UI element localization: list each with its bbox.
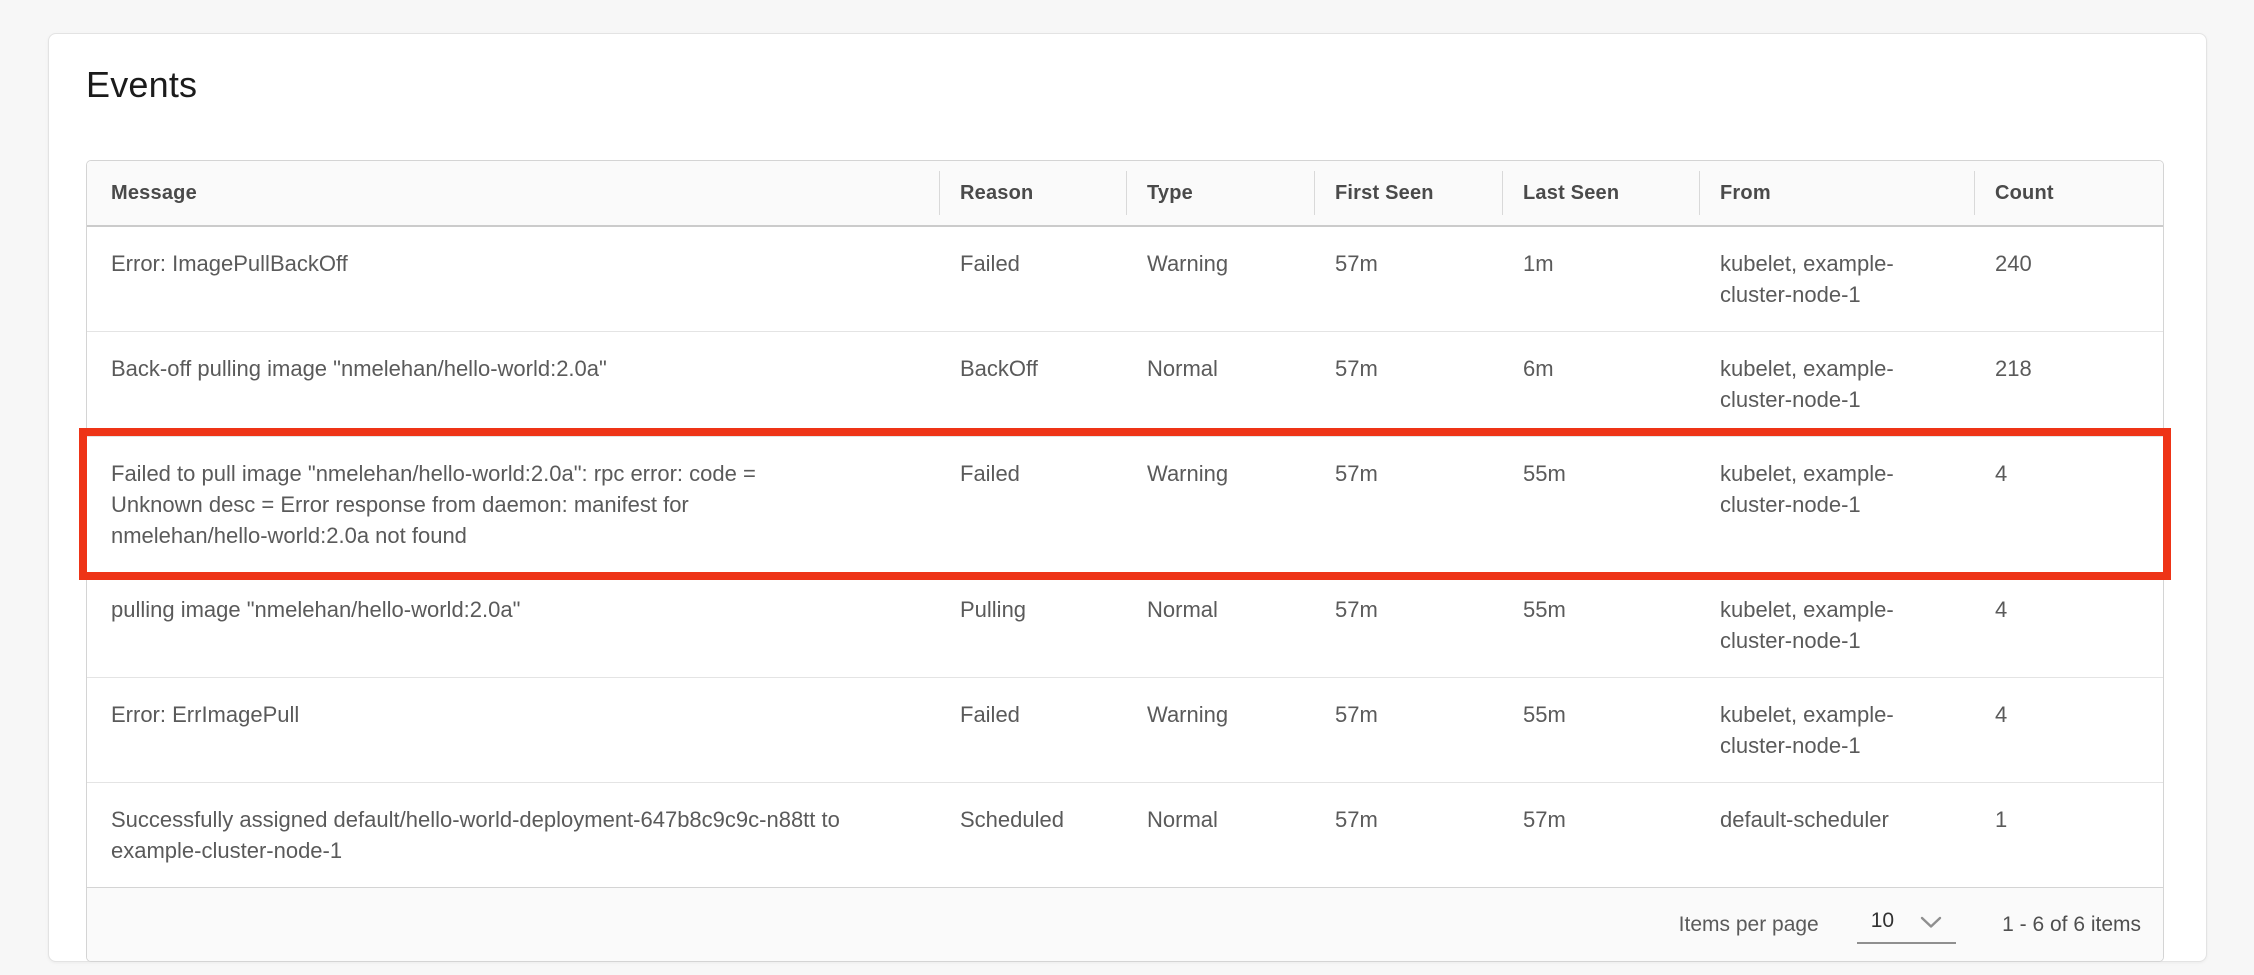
cell-from: kubelet, example-cluster-node-1	[1700, 332, 1975, 436]
cell-count: 1	[1975, 783, 2163, 856]
cell-reason: Failed	[940, 678, 1127, 751]
cell-last-seen: 1m	[1503, 227, 1700, 300]
cell-type: Normal	[1127, 573, 1315, 646]
cell-type: Normal	[1127, 332, 1315, 405]
cell-last-seen: 57m	[1503, 783, 1700, 856]
table-row-highlighted: Failed to pull image "nmelehan/hello-wor…	[87, 436, 2163, 572]
column-header-reason[interactable]: Reason	[940, 182, 1127, 205]
cell-from: kubelet, example-cluster-node-1	[1700, 437, 1975, 541]
cell-type: Normal	[1127, 783, 1315, 856]
pagination-range: 1 - 6 of 6 items	[2002, 913, 2141, 937]
cell-count: 4	[1975, 573, 2163, 646]
table-row: Error: ImagePullBackOff Failed Warning 5…	[87, 227, 2163, 331]
cell-first-seen: 57m	[1315, 573, 1503, 646]
cell-from: default-scheduler	[1700, 783, 1975, 856]
cell-reason: Scheduled	[940, 783, 1127, 856]
cell-type: Warning	[1127, 437, 1315, 510]
events-table: Message Reason Type First Seen Last Seen…	[86, 160, 2164, 962]
cell-message: Failed to pull image "nmelehan/hello-wor…	[87, 437, 940, 572]
column-header-from[interactable]: From	[1700, 182, 1975, 205]
cell-reason: Failed	[940, 227, 1127, 300]
table-row: Successfully assigned default/hello-worl…	[87, 782, 2163, 887]
cell-from: kubelet, example-cluster-node-1	[1700, 227, 1975, 331]
cell-type: Warning	[1127, 227, 1315, 300]
chevron-down-icon	[1920, 911, 1942, 935]
cell-last-seen: 55m	[1503, 437, 1700, 510]
cell-type: Warning	[1127, 678, 1315, 751]
cell-last-seen: 6m	[1503, 332, 1700, 405]
page-title: Events	[86, 64, 2206, 106]
cell-first-seen: 57m	[1315, 437, 1503, 510]
cell-count: 240	[1975, 227, 2163, 300]
cell-count: 218	[1975, 332, 2163, 405]
cell-first-seen: 57m	[1315, 678, 1503, 751]
items-per-page-value: 10	[1871, 909, 1894, 933]
cell-reason: Failed	[940, 437, 1127, 510]
cell-message: Error: ImagePullBackOff	[87, 227, 940, 300]
cell-from: kubelet, example-cluster-node-1	[1700, 678, 1975, 782]
table-row: Error: ErrImagePull Failed Warning 57m 5…	[87, 677, 2163, 782]
cell-first-seen: 57m	[1315, 332, 1503, 405]
column-header-last-seen[interactable]: Last Seen	[1503, 182, 1700, 205]
cell-message: Back-off pulling image "nmelehan/hello-w…	[87, 332, 940, 405]
cell-count: 4	[1975, 678, 2163, 751]
column-header-type[interactable]: Type	[1127, 182, 1315, 205]
cell-message: Error: ErrImagePull	[87, 678, 940, 751]
cell-count: 4	[1975, 437, 2163, 510]
column-header-first-seen[interactable]: First Seen	[1315, 182, 1503, 205]
table-header: Message Reason Type First Seen Last Seen…	[87, 161, 2163, 227]
cell-from: kubelet, example-cluster-node-1	[1700, 573, 1975, 677]
cell-message: Successfully assigned default/hello-worl…	[87, 783, 940, 887]
items-per-page-select[interactable]: 10	[1857, 906, 1956, 944]
table-row: Back-off pulling image "nmelehan/hello-w…	[87, 331, 2163, 436]
column-header-message[interactable]: Message	[87, 182, 940, 205]
column-header-count[interactable]: Count	[1975, 182, 2163, 205]
events-card: Events Message Reason Type First Seen La…	[48, 33, 2207, 962]
cell-first-seen: 57m	[1315, 783, 1503, 856]
cell-last-seen: 55m	[1503, 678, 1700, 751]
cell-first-seen: 57m	[1315, 227, 1503, 300]
items-per-page-label: Items per page	[1679, 913, 1819, 937]
table-footer: Items per page 10 1 - 6 of 6 items	[87, 887, 2163, 961]
table-row: pulling image "nmelehan/hello-world:2.0a…	[87, 572, 2163, 677]
cell-last-seen: 55m	[1503, 573, 1700, 646]
cell-reason: BackOff	[940, 332, 1127, 405]
cell-message: pulling image "nmelehan/hello-world:2.0a…	[87, 573, 940, 646]
cell-reason: Pulling	[940, 573, 1127, 646]
